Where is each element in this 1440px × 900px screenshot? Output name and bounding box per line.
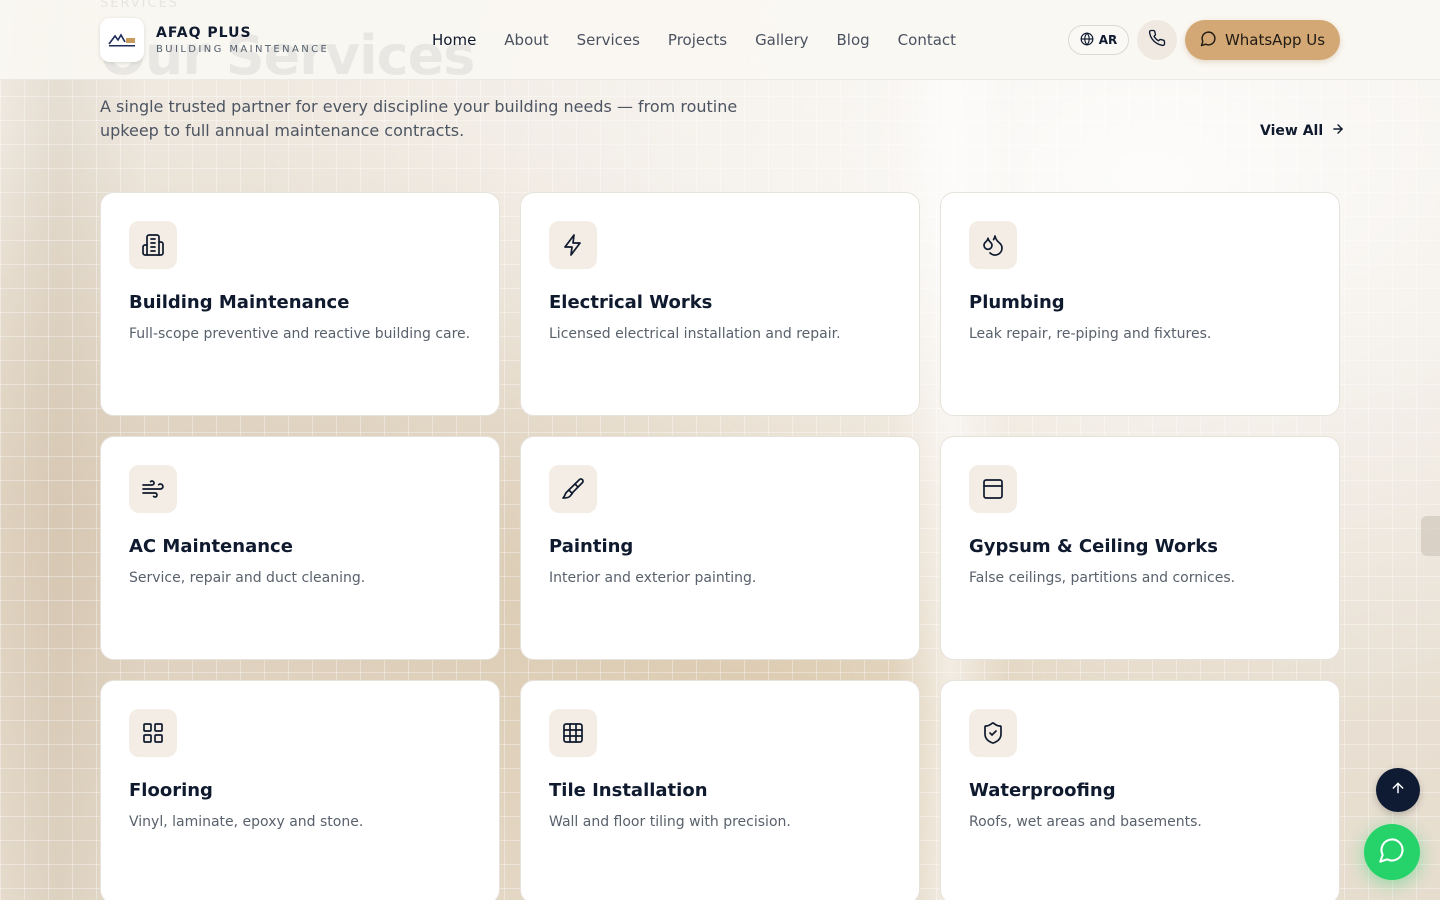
lightning-icon — [549, 221, 597, 269]
service-description: Interior and exterior painting. — [549, 570, 757, 586]
service-card-flooring[interactable]: Flooring Vinyl, laminate, epoxy and ston… — [100, 680, 500, 900]
service-card-waterproofing[interactable]: Waterproofing Roofs, wet areas and basem… — [940, 680, 1340, 900]
service-card-gypsum-ceiling[interactable]: Gypsum & Ceiling Works False ceilings, p… — [940, 436, 1340, 660]
phone-button[interactable] — [1137, 20, 1177, 60]
nav-item-contact[interactable]: Contact — [898, 29, 956, 51]
brand-tagline: BUILDING MAINTENANCE — [156, 44, 330, 55]
back-to-top-button[interactable] — [1376, 768, 1420, 812]
nav-item-projects[interactable]: Projects — [668, 29, 727, 51]
nav-item-about[interactable]: About — [504, 29, 548, 51]
nav-item-home[interactable]: Home — [432, 29, 476, 51]
section-intro: A single trusted partner for every disci… — [100, 97, 738, 140]
building-icon — [129, 221, 177, 269]
nav-item-gallery[interactable]: Gallery — [755, 29, 808, 51]
grid-icon — [129, 709, 177, 757]
brand-name: AFAQ PLUS — [156, 25, 252, 41]
service-title: Plumbing — [969, 292, 1065, 313]
view-all-label: View All — [1260, 123, 1324, 139]
phone-icon — [1148, 29, 1166, 51]
service-title: Waterproofing — [969, 780, 1116, 801]
service-description: Service, repair and duct cleaning. — [129, 570, 366, 586]
whatsapp-label: WhatsApp Us — [1224, 31, 1326, 49]
whatsapp-header-button[interactable]: WhatsApp Us — [1185, 20, 1340, 60]
view-all-link[interactable]: View All — [1260, 122, 1345, 140]
service-description: Licensed electrical installation and rep… — [549, 326, 841, 342]
droplets-icon — [969, 221, 1017, 269]
main-nav: Home About Services Projects Gallery Blo… — [432, 29, 956, 51]
service-card-ac-maintenance[interactable]: AC Maintenance Service, repair and duct … — [100, 436, 500, 660]
chat-bubble-icon — [1200, 30, 1217, 51]
service-description: Vinyl, laminate, epoxy and stone. — [129, 814, 364, 830]
tiles-icon — [549, 709, 597, 757]
service-description: Roofs, wet areas and basements. — [969, 814, 1202, 830]
globe-icon — [1080, 31, 1094, 49]
service-title: Building Maintenance — [129, 292, 350, 313]
paintbrush-icon — [549, 465, 597, 513]
arrow-up-icon — [1390, 780, 1406, 800]
service-title: Painting — [549, 536, 634, 557]
side-tab[interactable] — [1421, 516, 1440, 556]
nav-item-services[interactable]: Services — [577, 29, 640, 51]
whatsapp-float-button[interactable] — [1364, 824, 1420, 880]
wind-icon — [129, 465, 177, 513]
service-title: Tile Installation — [549, 780, 708, 801]
service-card-building-maintenance[interactable]: Building Maintenance Full-scope preventi… — [100, 192, 500, 416]
language-toggle-button[interactable]: AR — [1068, 25, 1129, 55]
language-label: AR — [1098, 33, 1118, 47]
service-title: AC Maintenance — [129, 536, 293, 557]
service-title: Electrical Works — [549, 292, 713, 313]
arrow-right-icon — [1331, 122, 1345, 140]
service-title: Gypsum & Ceiling Works — [969, 536, 1218, 557]
panel-icon — [969, 465, 1017, 513]
service-card-electrical-works[interactable]: Electrical Works Licensed electrical ins… — [520, 192, 920, 416]
logo — [100, 18, 144, 62]
service-card-tile-installation[interactable]: Tile Installation Wall and floor tiling … — [520, 680, 920, 900]
chat-bubble-icon — [1378, 836, 1406, 868]
nav-item-blog[interactable]: Blog — [837, 29, 870, 51]
shield-check-icon — [969, 709, 1017, 757]
brand[interactable]: AFAQ PLUS BUILDING MAINTENANCE — [100, 18, 329, 62]
service-description: Leak repair, re-piping and fixtures. — [969, 326, 1212, 342]
service-description: Full-scope preventive and reactive build… — [129, 326, 471, 342]
service-card-plumbing[interactable]: Plumbing Leak repair, re-piping and fixt… — [940, 192, 1340, 416]
service-description: False ceilings, partitions and cornices. — [969, 570, 1236, 586]
service-card-painting[interactable]: Painting Interior and exterior painting. — [520, 436, 920, 660]
service-description: Wall and floor tiling with precision. — [549, 814, 791, 830]
service-title: Flooring — [129, 780, 213, 801]
